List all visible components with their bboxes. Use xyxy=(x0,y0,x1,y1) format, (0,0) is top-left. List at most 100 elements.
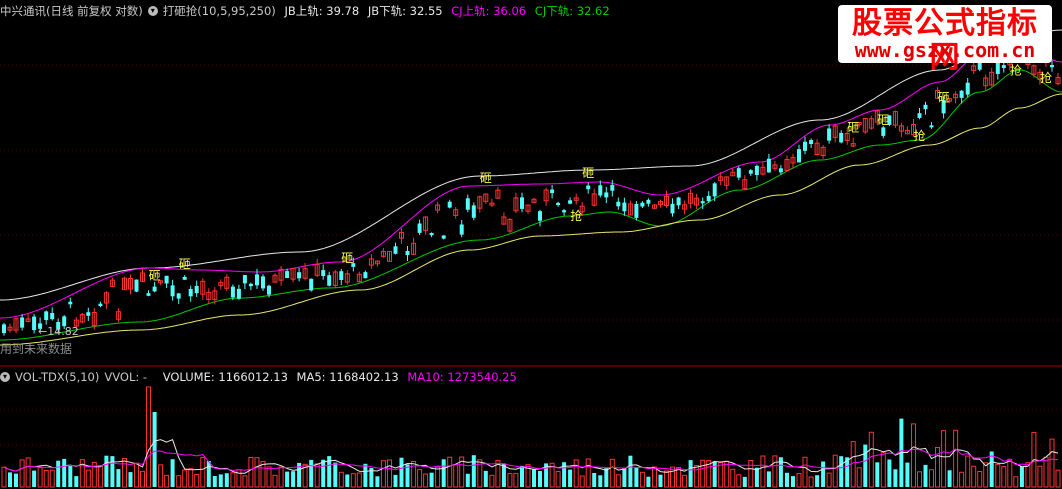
volume-bar-down xyxy=(32,470,37,487)
volume-bar-down xyxy=(712,461,717,487)
jb-upper-label: JB上轨: xyxy=(284,4,323,18)
sell-signal-mark: 砸 xyxy=(149,268,161,282)
volume-bar-up xyxy=(573,459,579,488)
cj-lower-line xyxy=(0,69,1062,341)
sell-signal-mark: 砸 xyxy=(877,113,889,127)
volume-bar-up xyxy=(1037,465,1043,488)
volume-bar-up xyxy=(338,471,344,488)
sell-signal-mark: 砸 xyxy=(480,171,492,185)
candle-body-down xyxy=(230,286,235,298)
candle-body-down xyxy=(20,317,25,328)
candle-body-down xyxy=(562,210,567,213)
cj-upper-readout: CJ上轨: 36.06 xyxy=(451,4,526,18)
candle-body-down xyxy=(827,128,832,141)
volume-bar-up xyxy=(380,460,386,488)
volume-bar-down xyxy=(766,471,771,487)
volume-bar-up xyxy=(736,474,742,488)
volume-bar-up xyxy=(682,474,688,488)
ma5-label: MA5: xyxy=(296,370,326,384)
candle-body-down xyxy=(706,195,711,202)
candle-body-down xyxy=(568,200,573,204)
volume-bar-up xyxy=(724,460,730,488)
volume-bar-up xyxy=(615,474,621,488)
sell-signal-mark: 砸 xyxy=(938,90,950,104)
volume-bar-up xyxy=(856,467,862,488)
volume-bar-down xyxy=(206,461,211,487)
candle-body-down xyxy=(622,202,627,212)
settings-circle-icon[interactable]: ▾ xyxy=(147,5,158,16)
volume-bar-down xyxy=(905,462,910,487)
candle-body-down xyxy=(929,125,934,128)
volume-bar-down xyxy=(742,476,747,487)
volume-bar-down xyxy=(520,465,524,487)
candle-body-down xyxy=(267,285,271,295)
candle-body-down xyxy=(550,189,555,194)
volume-bar-up xyxy=(230,472,236,488)
volume-bar-up xyxy=(911,423,916,488)
volume-bar-down xyxy=(170,459,175,487)
ma10-label: MA10: xyxy=(407,370,444,384)
volume-bar-down xyxy=(821,461,826,487)
candle-body-down xyxy=(417,223,422,233)
volume-bar-down xyxy=(399,457,404,487)
volume-bar-up xyxy=(718,462,724,488)
candle-body-down xyxy=(261,276,265,289)
volume-indicator-title[interactable]: VOL-TDX(5,10) xyxy=(15,370,99,384)
candle-body-down xyxy=(923,104,928,110)
volume-readout: VOLUME: 1166012.13 xyxy=(163,370,288,384)
candle-body-down xyxy=(604,192,609,198)
volume-bar-down xyxy=(68,465,73,487)
candle-body-down xyxy=(640,202,645,207)
volume-bar-down xyxy=(815,475,820,487)
volume-bar-down xyxy=(375,476,380,487)
volume-settings-icon[interactable]: ▾ xyxy=(0,371,10,382)
volume-bar-up xyxy=(700,459,706,488)
volume-bar-down xyxy=(791,476,795,487)
volume-bar-up xyxy=(164,474,170,488)
volume-bar-up xyxy=(748,460,754,488)
volume-bar-up xyxy=(272,474,278,488)
volume-bar-down xyxy=(483,470,488,487)
volume-bar-down xyxy=(110,456,115,487)
volume-bar-down xyxy=(152,412,157,487)
candle-body-down xyxy=(152,286,157,292)
indicator-title[interactable]: 打砸抢(10,5,95,250) xyxy=(163,4,276,18)
volume-bar-up xyxy=(664,470,669,488)
future-data-note: 用到未来数据 xyxy=(0,342,73,356)
volume-bar-up xyxy=(808,476,814,488)
price-signals: 砸砸 砸砸抢砸砸砸抢砸抢抢 xyxy=(149,63,1052,283)
volume-bar-up xyxy=(248,457,254,488)
volume-bar-up xyxy=(158,464,164,488)
cj-lower-value: 32.62 xyxy=(576,4,610,18)
volume-bar-down xyxy=(754,467,759,487)
volume-bar-down xyxy=(839,456,844,487)
volume-bar-down xyxy=(658,474,663,487)
cj-upper-value: 36.06 xyxy=(493,4,527,18)
candle-body-down xyxy=(321,270,326,276)
volume-bars xyxy=(1,386,1061,488)
volume-bar-up xyxy=(953,429,959,488)
volume-bar-down xyxy=(128,472,133,487)
candle-body-down xyxy=(520,197,524,209)
candle-body-down xyxy=(965,82,970,95)
volume-bar-down xyxy=(393,474,398,487)
jb-upper-value: 39.78 xyxy=(326,4,360,18)
volume-bar-down xyxy=(8,472,12,487)
candle-body-down xyxy=(68,301,73,305)
volume-bar-down xyxy=(568,469,573,487)
volume-bar-up xyxy=(868,431,874,488)
candle-body-down xyxy=(236,288,241,299)
candle-body-down xyxy=(98,303,103,306)
volume-bar-down xyxy=(598,475,603,487)
volume-header: ▾ VOL-TDX(5,10) VVOL: - VOLUME: 1166012.13… xyxy=(0,368,522,386)
volume-bar-down xyxy=(285,471,290,487)
volume-bar-up xyxy=(652,466,657,488)
volume-bar-up xyxy=(134,462,139,488)
candle-body-down xyxy=(134,279,139,292)
volume-bar-down xyxy=(116,469,121,487)
stock-title[interactable]: 中兴通讯(日线 前复权 对数) xyxy=(0,4,143,18)
volume-bar-up xyxy=(314,463,320,488)
ma10-value: 1273540.25 xyxy=(447,370,517,384)
volume-bar-up xyxy=(37,467,43,488)
candle-body-down xyxy=(538,211,542,221)
